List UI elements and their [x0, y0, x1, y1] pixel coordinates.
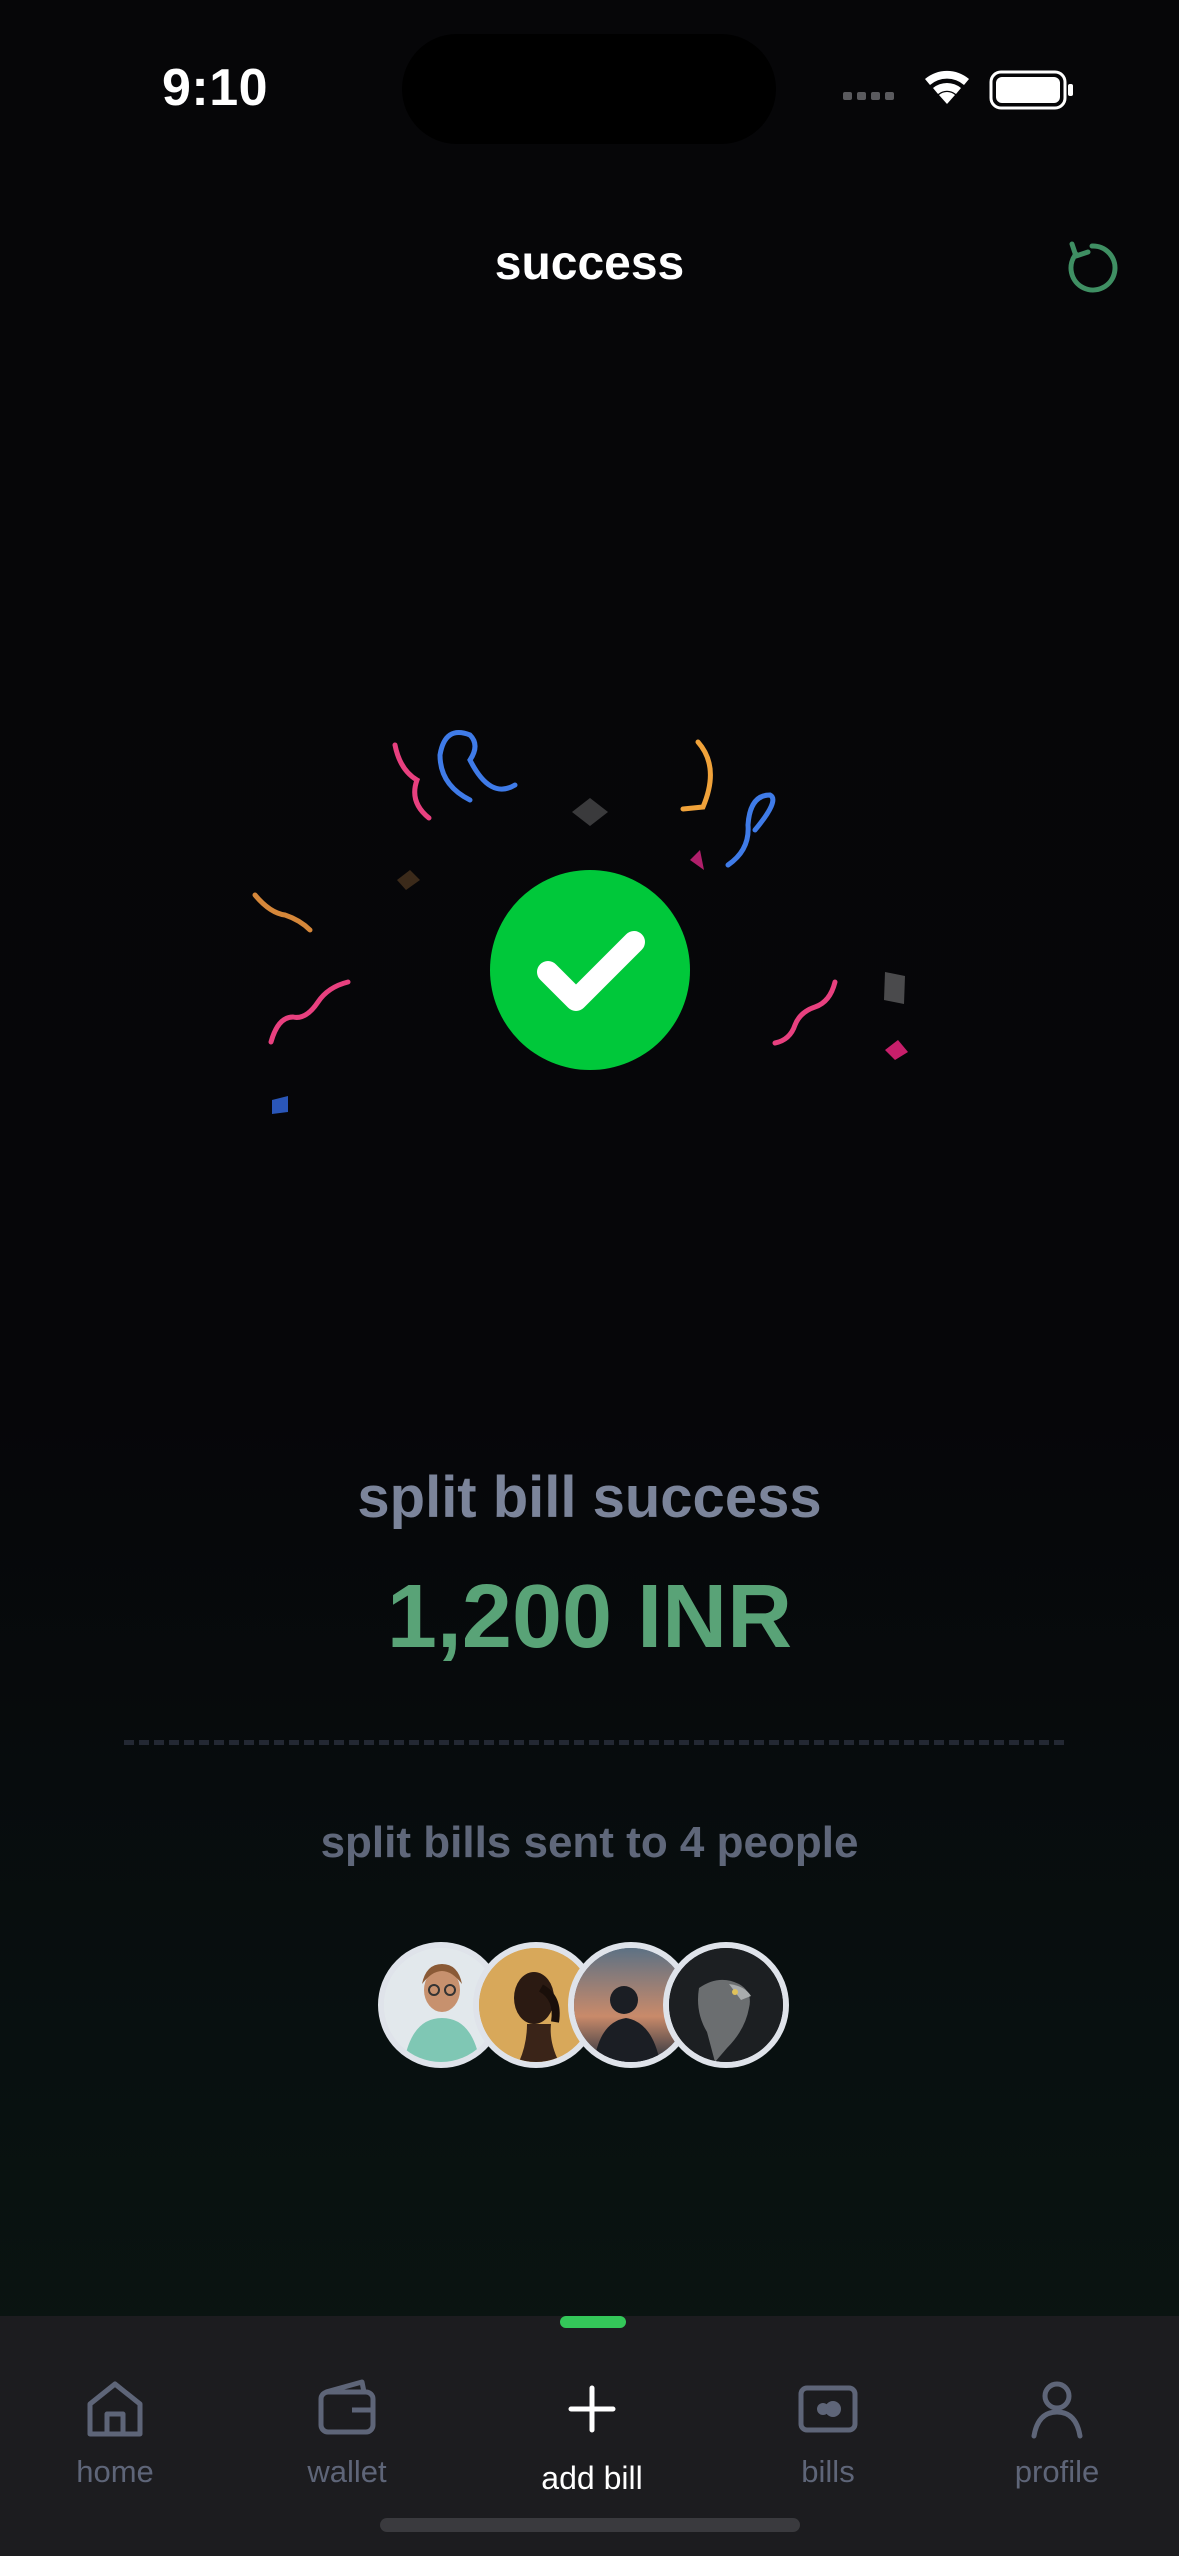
- active-tab-indicator: [560, 2316, 626, 2328]
- cellular-signal-icon: [843, 92, 894, 100]
- tab-home-label: home: [76, 2454, 154, 2489]
- tab-add-bill[interactable]: add bill: [492, 2374, 692, 2497]
- plus-icon: [568, 2385, 616, 2433]
- wifi-icon: [925, 70, 969, 104]
- split-amount: 1,200 INR: [386, 1567, 793, 1667]
- success-subtitle: split bill success: [357, 1465, 822, 1530]
- page-title: success: [494, 237, 685, 290]
- tab-bills[interactable]: bills: [728, 2374, 928, 2490]
- tab-home[interactable]: home: [15, 2374, 215, 2490]
- tab-wallet[interactable]: wallet: [247, 2374, 447, 2490]
- refresh-icon[interactable]: [1062, 238, 1122, 298]
- status-time: 9:10: [162, 59, 269, 117]
- sent-summary: split bills sent to 4 people: [320, 1818, 859, 1867]
- tab-wallet-label: wallet: [307, 2454, 387, 2489]
- battery-icon: [989, 70, 1073, 110]
- tab-profile-label: profile: [1014, 2454, 1100, 2489]
- success-check-icon: [490, 870, 690, 1070]
- status-icons: [843, 70, 1073, 110]
- avatar-person-4[interactable]: [663, 1942, 789, 2068]
- tab-bills-label: bills: [801, 2454, 855, 2489]
- home-icon: [87, 2381, 143, 2437]
- tab-add-bill-label: add bill: [541, 2460, 643, 2496]
- dynamic-island: [402, 34, 776, 144]
- bills-icon: [798, 2385, 858, 2433]
- tab-profile[interactable]: profile: [957, 2374, 1157, 2490]
- profile-icon: [1031, 2381, 1083, 2439]
- dashed-divider: [124, 1740, 1064, 1745]
- wallet-icon: [318, 2379, 376, 2435]
- avatar-group: [378, 1942, 798, 2068]
- home-indicator[interactable]: [380, 2518, 800, 2532]
